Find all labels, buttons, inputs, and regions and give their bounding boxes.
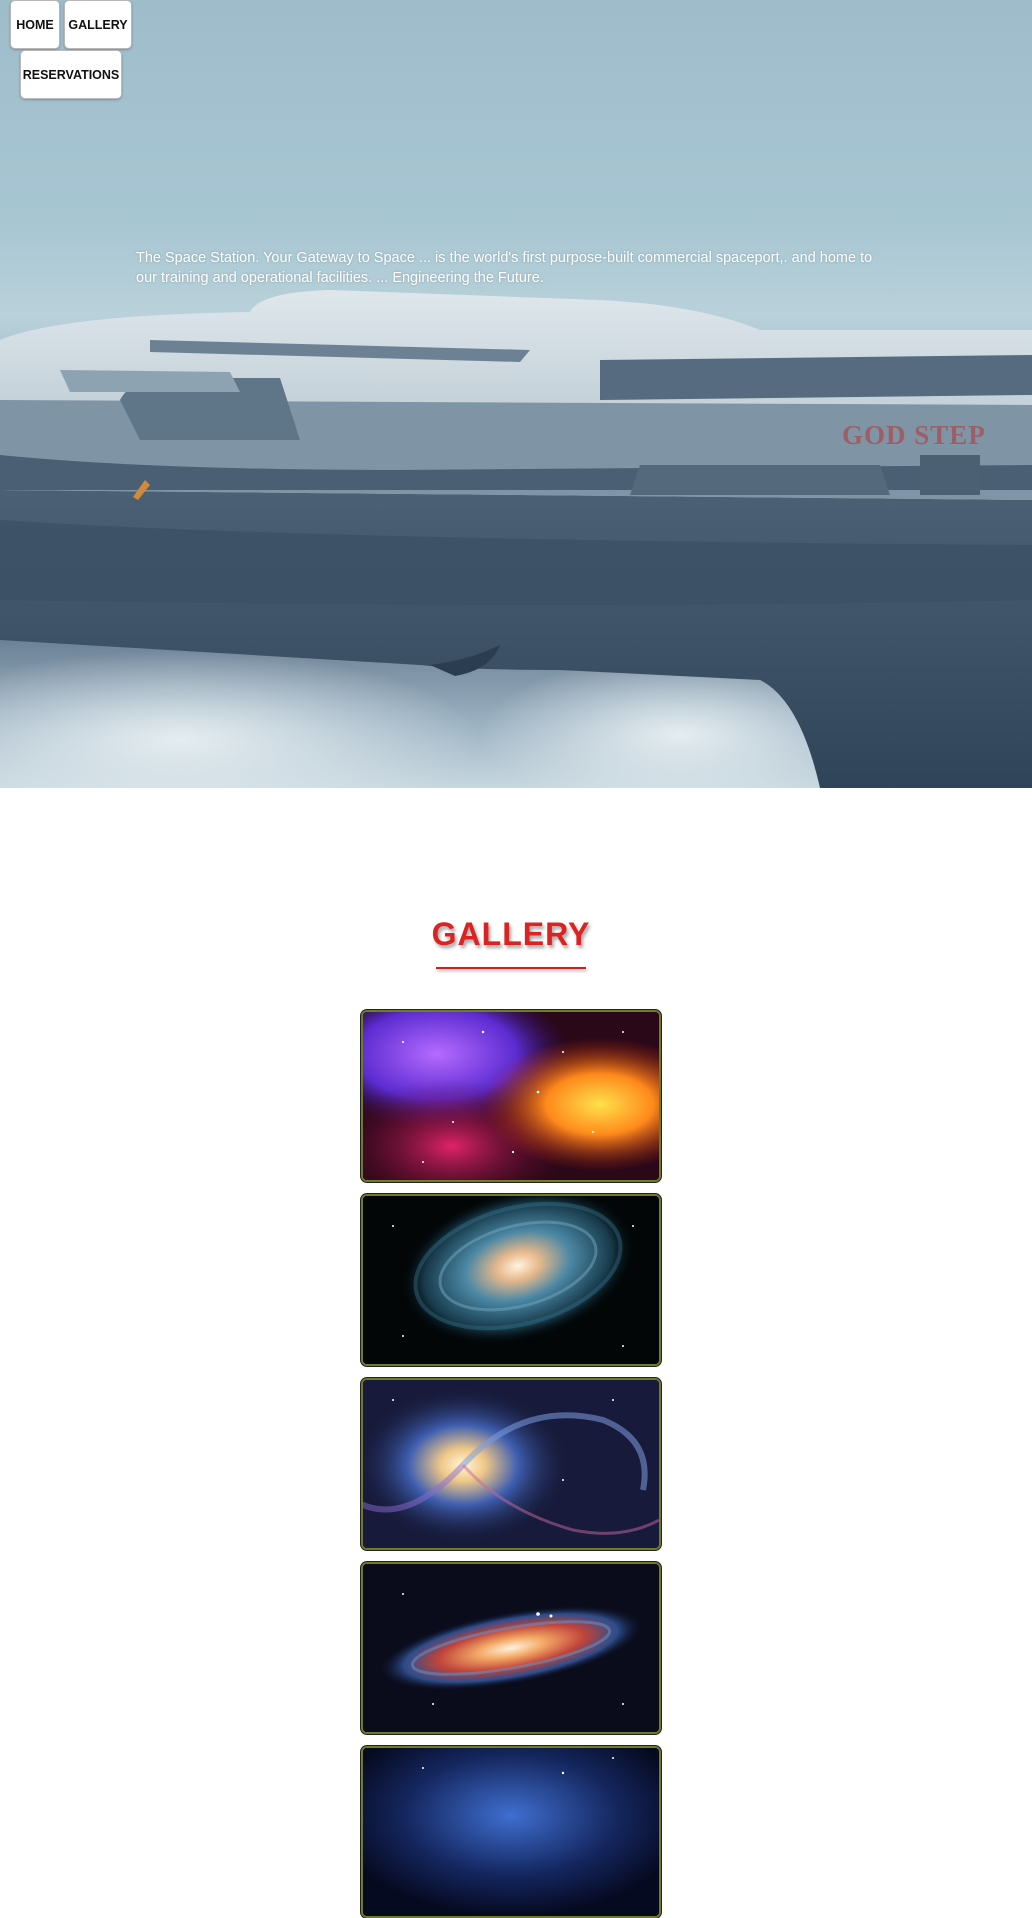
gallery-image-2[interactable] xyxy=(361,1194,661,1366)
spiral-galaxy-blue-image xyxy=(363,1380,659,1548)
gallery-image-3[interactable] xyxy=(361,1378,661,1550)
gallery-heading-underline xyxy=(436,967,586,969)
hero-banner: The Space Station. Your Gateway to Space… xyxy=(0,0,1032,788)
spiral-galaxy-teal-image xyxy=(363,1196,659,1364)
blue-galaxy-image xyxy=(363,1748,659,1916)
gallery-image-5[interactable] xyxy=(361,1746,661,1918)
nav-home-button[interactable]: HOME xyxy=(10,0,60,49)
gallery-image-1[interactable] xyxy=(361,1010,661,1182)
nav-reservations-button[interactable]: RESERVATIONS xyxy=(20,50,122,99)
hero-description: The Space Station. Your Gateway to Space… xyxy=(136,250,873,286)
nav-gallery-button[interactable]: GALLERY xyxy=(64,0,132,49)
gallery-image-4[interactable] xyxy=(361,1562,661,1734)
gallery-heading: GALLERY xyxy=(431,916,591,952)
spaceship-illustration xyxy=(0,290,1032,788)
colorful-nebula-image xyxy=(363,1012,659,1180)
edge-on-galaxy-image xyxy=(363,1564,659,1732)
ship-marking: GOD STEP xyxy=(842,420,986,450)
